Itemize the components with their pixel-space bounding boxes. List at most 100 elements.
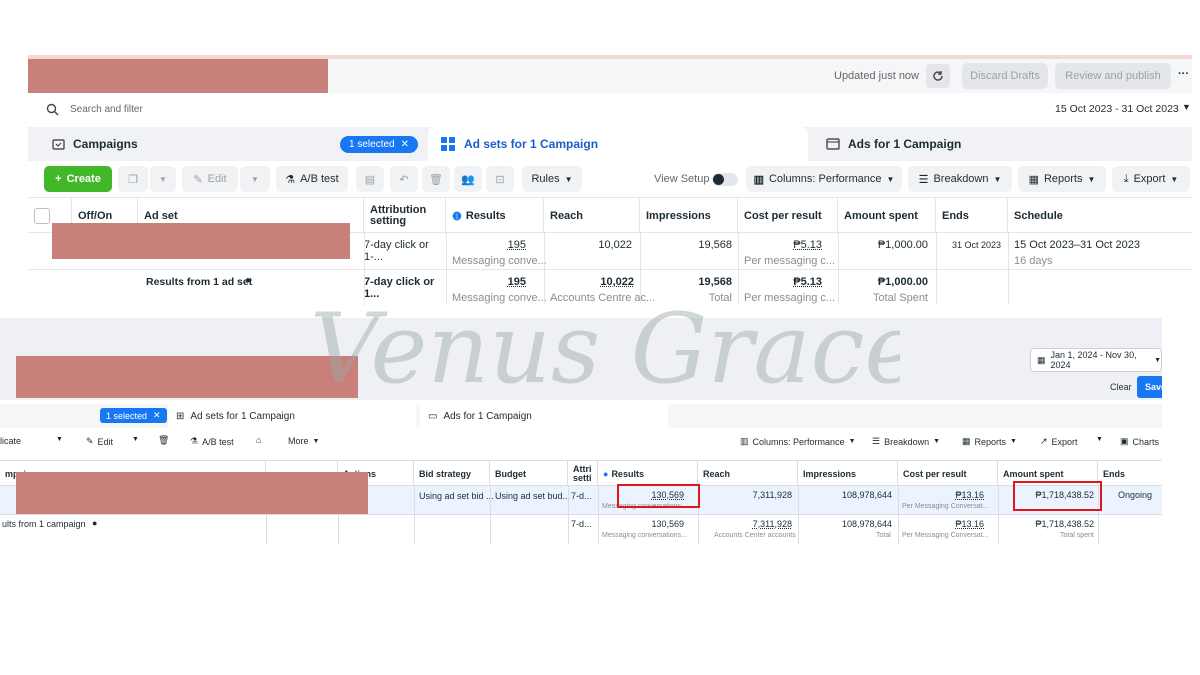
tab-ads[interactable]: ▭ Ads for 1 Campaign — [420, 404, 668, 428]
col-ends[interactable]: Ends — [1098, 461, 1162, 487]
col-cost-per-result[interactable]: Cost per result — [738, 198, 838, 234]
create-label: Create — [66, 173, 101, 185]
close-icon[interactable]: ✕ — [401, 139, 409, 150]
close-icon[interactable]: ✕ — [153, 410, 161, 421]
ab-test-button[interactable]: ⚗ A/B test — [190, 436, 234, 447]
tab-ads[interactable]: Ads for 1 Campaign — [814, 127, 1184, 161]
col-schedule[interactable]: Schedule — [1008, 198, 1192, 234]
col-reach[interactable]: Reach — [698, 461, 798, 487]
summary-results-sub: Messaging conve... — [452, 292, 547, 304]
clear-button[interactable]: Clear — [1110, 382, 1132, 392]
chevron-down-icon[interactable]: ▼ — [56, 436, 63, 443]
summary-row: Results from 1 ad set ● 7-day click or 1… — [28, 269, 1192, 305]
info-icon[interactable]: ● — [245, 275, 251, 286]
row1-cost[interactable]: ₱13.16 — [898, 490, 984, 500]
reports-button[interactable]: ▦ Reports ▼ — [962, 436, 1017, 447]
clipboard-button[interactable]: ▤ — [356, 166, 384, 192]
duplicate-button[interactable]: licate — [0, 436, 21, 446]
date-range-picker[interactable]: 15 Oct 2023 - 31 Oct 2023 — [1055, 103, 1179, 115]
col-reach[interactable]: Reach — [544, 198, 640, 234]
summary-reach[interactable]: 10,022 — [544, 276, 634, 288]
tab-adsets[interactable]: ⊞ Ad sets for 1 Campaign — [168, 404, 416, 428]
tab-adsets[interactable]: Ad sets for 1 Campaign — [428, 127, 808, 161]
search-input[interactable]: Search and filter — [70, 104, 143, 115]
refresh-icon[interactable] — [926, 64, 950, 88]
chevron-down-icon[interactable]: ▼ — [132, 436, 139, 443]
trash-icon[interactable]: 🗑 — [158, 435, 169, 446]
delete-button[interactable]: 🗑 — [422, 166, 450, 192]
col-amount-spent[interactable]: Amount spent — [838, 198, 936, 234]
review-publish-button[interactable]: Review and publish — [1055, 63, 1171, 89]
export-button[interactable]: ↗ Export — [1040, 436, 1078, 447]
breakdown-button[interactable]: ☰ Breakdown ▼ — [872, 436, 940, 447]
tab-ads-label: Ads for 1 Campaign — [848, 137, 962, 151]
duplicate-dropdown[interactable]: ▼ — [150, 166, 176, 192]
ab-test-label: A/B test — [202, 436, 234, 447]
more-options-icon[interactable]: ··· — [1178, 68, 1189, 80]
create-button[interactable]: + Create — [44, 166, 112, 192]
row1-reach: 7,311,928 — [752, 490, 792, 500]
col-impressions[interactable]: Impressions — [640, 198, 738, 234]
summary-label: Results from 1 ad set — [146, 276, 253, 288]
edit-button[interactable]: ✎ Edit — [182, 166, 238, 192]
col-attribution[interactable]: Attribution setting — [364, 198, 446, 234]
row1-results[interactable]: 195 — [446, 239, 526, 251]
search-bar[interactable]: Search and filter — [38, 97, 1038, 123]
edit-label: Edit — [207, 173, 227, 185]
flask-icon: ⚗ — [190, 436, 199, 446]
toggle-knob — [713, 174, 724, 185]
col-impressions[interactable]: Impressions — [798, 461, 898, 487]
charts-button[interactable]: ▣ Charts — [1120, 436, 1159, 447]
columns-icon: ▥ — [753, 173, 764, 186]
summary-cost[interactable]: ₱5.13 — [738, 276, 822, 288]
breakdown-icon: ☰ — [872, 436, 881, 446]
tab-adsets-label: Ad sets for 1 Campaign — [190, 410, 295, 422]
col-attribution[interactable]: Attri setti — [568, 461, 598, 487]
breakdown-button[interactable]: ☰ Breakdown ▼ — [908, 166, 1012, 192]
tab-campaigns[interactable]: Campaigns 1 selected ✕ — [40, 127, 430, 161]
summary-cost[interactable]: ₱13.16 — [898, 519, 984, 529]
columns-button[interactable]: ▥ Columns: Performance ▼ — [746, 166, 902, 192]
export-icon: ↗ — [1040, 436, 1048, 446]
ad-window-icon — [826, 138, 840, 150]
export-button[interactable]: ⤓ Export ▼ — [1112, 166, 1190, 192]
date-range-picker[interactable]: ▦ Jan 1, 2024 - Nov 30, 2024 ▼ — [1030, 348, 1162, 372]
level-tabs: Campaigns 1 selected ✕ Ad sets for 1 Cam… — [28, 127, 1192, 161]
rules-button[interactable]: Rules ▼ — [522, 166, 582, 192]
ab-test-button[interactable]: ⚗ A/B test — [276, 166, 348, 192]
summary-results[interactable]: 195 — [446, 276, 526, 288]
col-cost-per-result[interactable]: Cost per result — [898, 461, 998, 487]
selected-pill[interactable]: 1 selected ✕ — [100, 408, 167, 423]
ad-window-icon: ▭ — [428, 410, 438, 422]
tag-icon[interactable]: ⌂ — [256, 435, 261, 445]
select-all-checkbox[interactable] — [34, 208, 50, 224]
save-button[interactable]: Save — [1137, 376, 1162, 398]
col-budget[interactable]: Budget — [490, 461, 568, 487]
info-icon[interactable]: ● — [92, 518, 97, 528]
selected-pill[interactable]: 1 selected ✕ — [340, 135, 418, 153]
edit-dropdown[interactable]: ▼ — [240, 166, 270, 192]
chevron-down-icon: ▼ — [886, 174, 895, 184]
col-ends[interactable]: Ends — [936, 198, 1008, 234]
chevron-down-icon[interactable]: ▼ — [1182, 102, 1191, 112]
summary-reach-sub: Accounts Center accounts — [714, 532, 796, 539]
summary-impressions: 19,568 — [698, 276, 732, 288]
col-bid-strategy[interactable]: Bid strategy — [414, 461, 490, 487]
columns-button[interactable]: ▥ Columns: Performance ▼ — [740, 436, 856, 447]
audience-button[interactable]: 👥 — [454, 166, 482, 192]
preview-button[interactable]: ⊡ — [486, 166, 514, 192]
more-button[interactable]: More ▼ — [288, 436, 319, 446]
reports-button[interactable]: ▦ Reports ▼ — [1018, 166, 1106, 192]
duplicate-button[interactable]: ❐ — [118, 166, 148, 192]
view-setup-toggle[interactable] — [712, 173, 738, 186]
col-results[interactable]: ❶ Results — [446, 198, 544, 234]
summary-reach[interactable]: 7,311,928 — [698, 519, 792, 529]
edit-button[interactable]: ✎ Edit — [86, 436, 113, 447]
row1-cost[interactable]: ₱5.13 — [738, 239, 822, 251]
reports-label: Reports — [1043, 173, 1083, 185]
undo-button[interactable]: ↶ — [390, 166, 418, 192]
chevron-down-icon[interactable]: ▼ — [1096, 436, 1103, 443]
col-divider — [798, 486, 799, 544]
discard-drafts-button[interactable]: Discard Drafts — [962, 63, 1048, 89]
row1-ends: Ongoing — [1118, 490, 1153, 500]
